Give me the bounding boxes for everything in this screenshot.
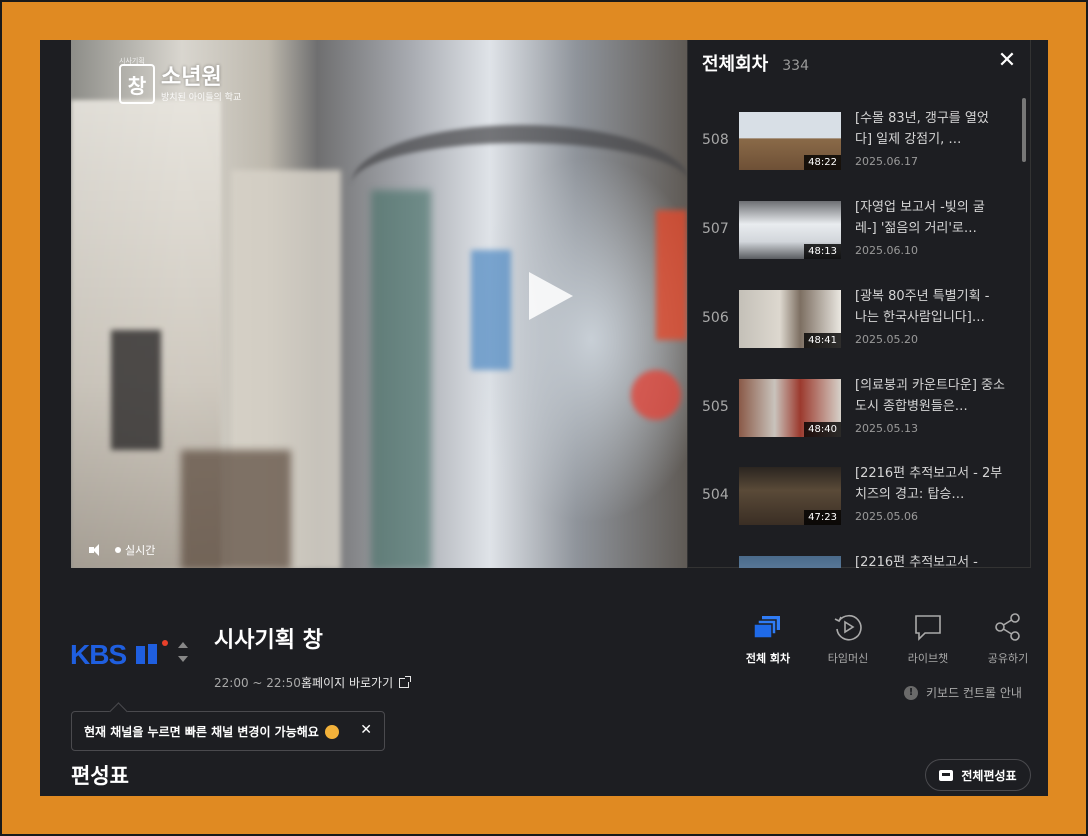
video-frame-sign [371,190,431,568]
live-indicator: 실시간 [115,542,155,558]
chevron-down-icon[interactable] [178,656,188,662]
timemachine-button[interactable]: 타임머신 [808,612,888,666]
action-label: 공유하기 [987,652,1029,665]
episode-title: [자영업 보고서 -빚의 굴레-] '젊음의 거리'로… [855,200,985,236]
episode-item[interactable]: 506 48:41 [광복 80주년 특별기획 - 나는 한국사람입니다]… 2… [688,278,1018,358]
info-icon: ! [904,685,918,700]
episodes-count: 334 [782,58,809,74]
keyboard-guide-link[interactable]: ! 키보드 컨트롤 안내 [904,684,1022,701]
episode-duration: 48:40 [804,422,841,437]
video-frame-sign [471,250,511,370]
keyboard-guide-label: 키보드 컨트롤 안내 [926,686,1022,700]
homepage-link-label: 홈페이지 바로가기 [301,676,394,690]
episodes-icon [753,616,780,639]
volume-icon[interactable] [89,544,105,556]
program-logo: 시사기획 창 소년원 방치된 아이들의 학교 [119,57,242,104]
all-episodes-button[interactable]: 전체 회차 [728,612,808,666]
episode-item[interactable]: 508 48:22 [수몰 83년, 갱구를 열었다] 일제 강점기, … 20… [688,100,1018,180]
live-dot-icon [115,547,121,553]
chevron-up-icon[interactable] [178,642,188,648]
episode-number: 505 [702,399,729,415]
episode-title: [의료붕괴 카운트다운] 중소도시 종합병원들은… [855,378,1005,414]
episode-date: 2025.05.06 [855,510,918,523]
episode-date: 2025.06.17 [855,155,918,168]
svg-text:KBS: KBS [70,640,126,666]
action-label: 라이브챗 [907,652,949,665]
episode-date: 2025.06.10 [855,244,918,257]
external-link-icon [399,675,412,688]
play-icon[interactable] [529,272,573,320]
action-label: 전체 회차 [745,652,791,665]
program-emblem-icon: 창 [119,64,155,104]
video-player[interactable]: 시사기획 창 소년원 방치된 아이들의 학교 실시간 [71,40,687,568]
smile-emoji-icon [324,725,339,739]
player-app: 시사기획 창 소년원 방치된 아이들의 학교 실시간 전체회차 334 ✕ 50… [40,40,1048,796]
schedule-icon [939,769,954,781]
close-icon[interactable]: ✕ [360,722,372,738]
episode-duration: 48:13 [804,244,841,259]
full-schedule-label: 전체편성표 [961,768,1017,783]
episode-item[interactable]: 507 48:13 [자영업 보고서 -빚의 굴레-] '젊음의 거리'로… 2… [688,189,1018,269]
episode-title: [2216편 추적보고서 - 2부 치즈의 경고: 탑승… [855,466,1003,502]
program-logo-small-text: 시사기획 [119,57,145,65]
episodes-panel: 전체회차 334 ✕ 508 48:22 [수몰 83년, 갱구를 열었다] 일… [687,40,1031,568]
program-time: 22:00 ~ 22:50 [214,676,301,690]
episode-number: 508 [702,132,729,148]
episode-thumbnail [739,556,841,568]
episode-thumbnail: 47:23 [739,467,841,525]
full-schedule-button[interactable]: 전체편성표 [925,759,1031,791]
video-frame-arch [351,125,687,245]
kbs1-channel-logo[interactable]: KBS [70,640,168,666]
episode-title: [2216편 추적보고서 - [855,555,978,568]
schedule-heading: 편성표 [71,764,129,788]
episode-duration: 48:22 [804,155,841,170]
livechat-button[interactable]: 라이브챗 [888,612,968,666]
video-controls: 실시간 [89,542,155,558]
share-icon [995,613,1020,641]
episode-item[interactable]: [2216편 추적보고서 - [688,544,1018,568]
video-frame-window [111,330,161,450]
episodes-panel-header: 전체회차 334 [702,50,809,76]
episode-number: 504 [702,487,729,503]
episode-item[interactable]: 504 47:23 [2216편 추적보고서 - 2부 치즈의 경고: 탑승… … [688,455,1018,535]
episode-duration: 47:23 [804,510,841,525]
close-icon[interactable]: ✕ [996,50,1018,72]
episode-list: 508 48:22 [수몰 83년, 갱구를 열었다] 일제 강점기, … 20… [688,100,1018,568]
timemachine-icon [834,614,862,641]
player-actions: 전체 회차 타임머신 라이브챗 공유하기 [728,612,1048,666]
live-label: 실시간 [125,544,156,557]
episode-number: 506 [702,310,729,326]
program-title: 시사기획 창 [214,628,323,653]
video-frame-sign [631,370,681,420]
video-frame-shop [181,450,291,568]
episode-thumbnail: 48:40 [739,379,841,437]
episode-date: 2025.05.13 [855,422,918,435]
episode-duration: 48:41 [804,333,841,348]
channel-switch-arrows[interactable] [176,640,188,666]
episode-item[interactable]: 505 48:40 [의료붕괴 카운트다운] 중소도시 종합병원들은… 2025… [688,367,1018,447]
episode-number: 507 [702,221,729,237]
episodes-panel-title: 전체회차 [702,54,769,75]
episode-date: 2025.05.20 [855,333,918,346]
episode-title: [광복 80주년 특별기획 - 나는 한국사람입니다]… [855,289,990,325]
episode-thumbnail: 48:13 [739,201,841,259]
episode-list-scrollbar[interactable] [1022,98,1026,162]
episode-thumbnail: 48:41 [739,290,841,348]
program-logo-subtitle: 방치된 아이들의 학교 [161,92,242,103]
episode-thumbnail: 48:22 [739,112,841,170]
channel-tooltip: 현재 채널을 누르면 빠른 채널 변경이 가능해요 ✕ [71,711,385,751]
program-logo-title: 소년원 [161,64,222,90]
action-label: 타임머신 [827,652,869,665]
episode-title: [수몰 83년, 갱구를 열었다] 일제 강점기, … [855,111,989,147]
tooltip-text: 현재 채널을 누르면 빠른 채널 변경이 가능해요 [84,723,339,740]
share-button[interactable]: 공유하기 [968,612,1048,666]
chat-icon [915,615,941,641]
homepage-link[interactable]: 홈페이지 바로가기 [301,674,412,691]
